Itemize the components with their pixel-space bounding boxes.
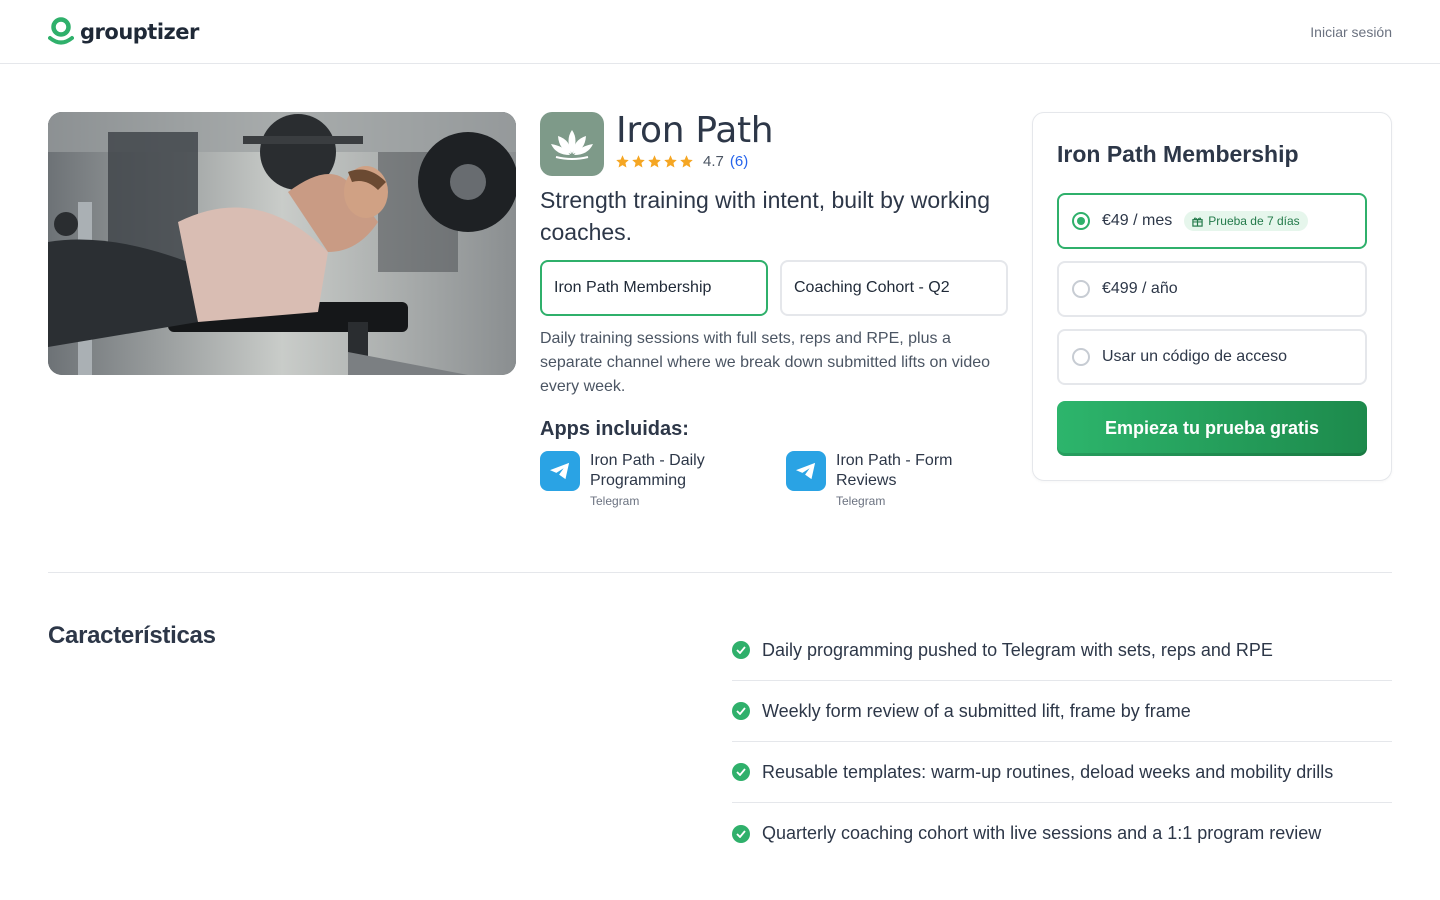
star-icon [632,155,645,168]
feature-text: Weekly form review of a submitted lift, … [762,700,1191,721]
included-app: Iron Path - Daily Programming Telegram [540,451,740,508]
brand-name: grouptizer [80,19,199,44]
pricing-option-monthly[interactable]: €49 / mes Prueba de 7 días [1057,193,1367,249]
lotus-icon [551,130,593,160]
feature-text: Daily programming pushed to Telegram wit… [762,639,1273,660]
plan-tab-membership[interactable]: Iron Path Membership [540,260,768,316]
feature-item: Daily programming pushed to Telegram wit… [732,620,1392,681]
check-icon [732,763,750,781]
radio-button[interactable] [1072,212,1090,230]
star-icon [664,155,677,168]
telegram-icon [786,451,826,491]
included-app: Iron Path - Form Reviews Telegram [786,451,986,508]
top-navbar: grouptizer Iniciar sesión [0,0,1440,64]
feature-list: Daily programming pushed to Telegram wit… [732,620,1392,864]
rating: 4.7 (6) [615,153,748,170]
app-name: Iron Path - Form Reviews [836,452,953,489]
app-name: Iron Path - Daily Programming [590,452,705,489]
app-platform: Telegram [590,494,640,508]
feature-item: Reusable templates: warm-up routines, de… [732,742,1392,803]
star-icon [648,155,661,168]
product-tagline: Strength training with intent, built by … [540,187,991,245]
product-icon [540,112,604,176]
pricing-card: Iron Path Membership €49 / mes Prueba de… [1032,112,1392,481]
rating-value: 4.7 [703,153,724,170]
app-platform: Telegram [836,494,886,508]
features-heading: Características [48,622,216,649]
product-title: Iron Path [616,110,774,151]
trial-badge: Prueba de 7 días [1184,211,1308,231]
hero-image [48,112,516,375]
check-icon [732,702,750,720]
rating-stars [615,154,694,169]
review-count-link[interactable]: (6) [730,153,748,170]
pricing-option-access-code[interactable]: Usar un código de acceso [1057,329,1367,385]
option-label: €49 / mes [1102,212,1173,229]
feature-item: Quarterly coaching cohort with live sess… [732,803,1392,864]
star-icon [616,155,629,168]
feature-item: Weekly form review of a submitted lift, … [732,681,1392,742]
trial-badge-label: Prueba de 7 días [1208,214,1300,228]
section-divider [48,572,1392,573]
product-description: Daily training sessions with full sets, … [540,330,991,395]
brand-logo[interactable]: grouptizer [48,17,199,46]
pricing-title: Iron Path Membership [1057,141,1299,167]
radio-button[interactable] [1072,348,1090,366]
radio-button[interactable] [1072,280,1090,298]
gift-icon [1192,217,1203,227]
star-icon [680,155,693,168]
telegram-icon [540,451,580,491]
pricing-option-yearly[interactable]: €499 / año [1057,261,1367,317]
check-icon [732,824,750,843]
start-trial-button[interactable]: Empieza tu prueba gratis [1057,401,1367,456]
plan-tab-coaching-cohort[interactable]: Coaching Cohort - Q2 [780,260,1008,316]
logo-icon [48,17,74,45]
feature-text: Quarterly coaching cohort with live sess… [762,823,1322,843]
option-label: Usar un código de acceso [1102,348,1287,365]
option-label: €499 / año [1102,280,1178,297]
feature-text: Reusable templates: warm-up routines, de… [762,761,1334,782]
apps-heading: Apps incluidas: [540,418,689,440]
login-link[interactable]: Iniciar sesión [1310,24,1392,40]
check-icon [732,641,750,659]
